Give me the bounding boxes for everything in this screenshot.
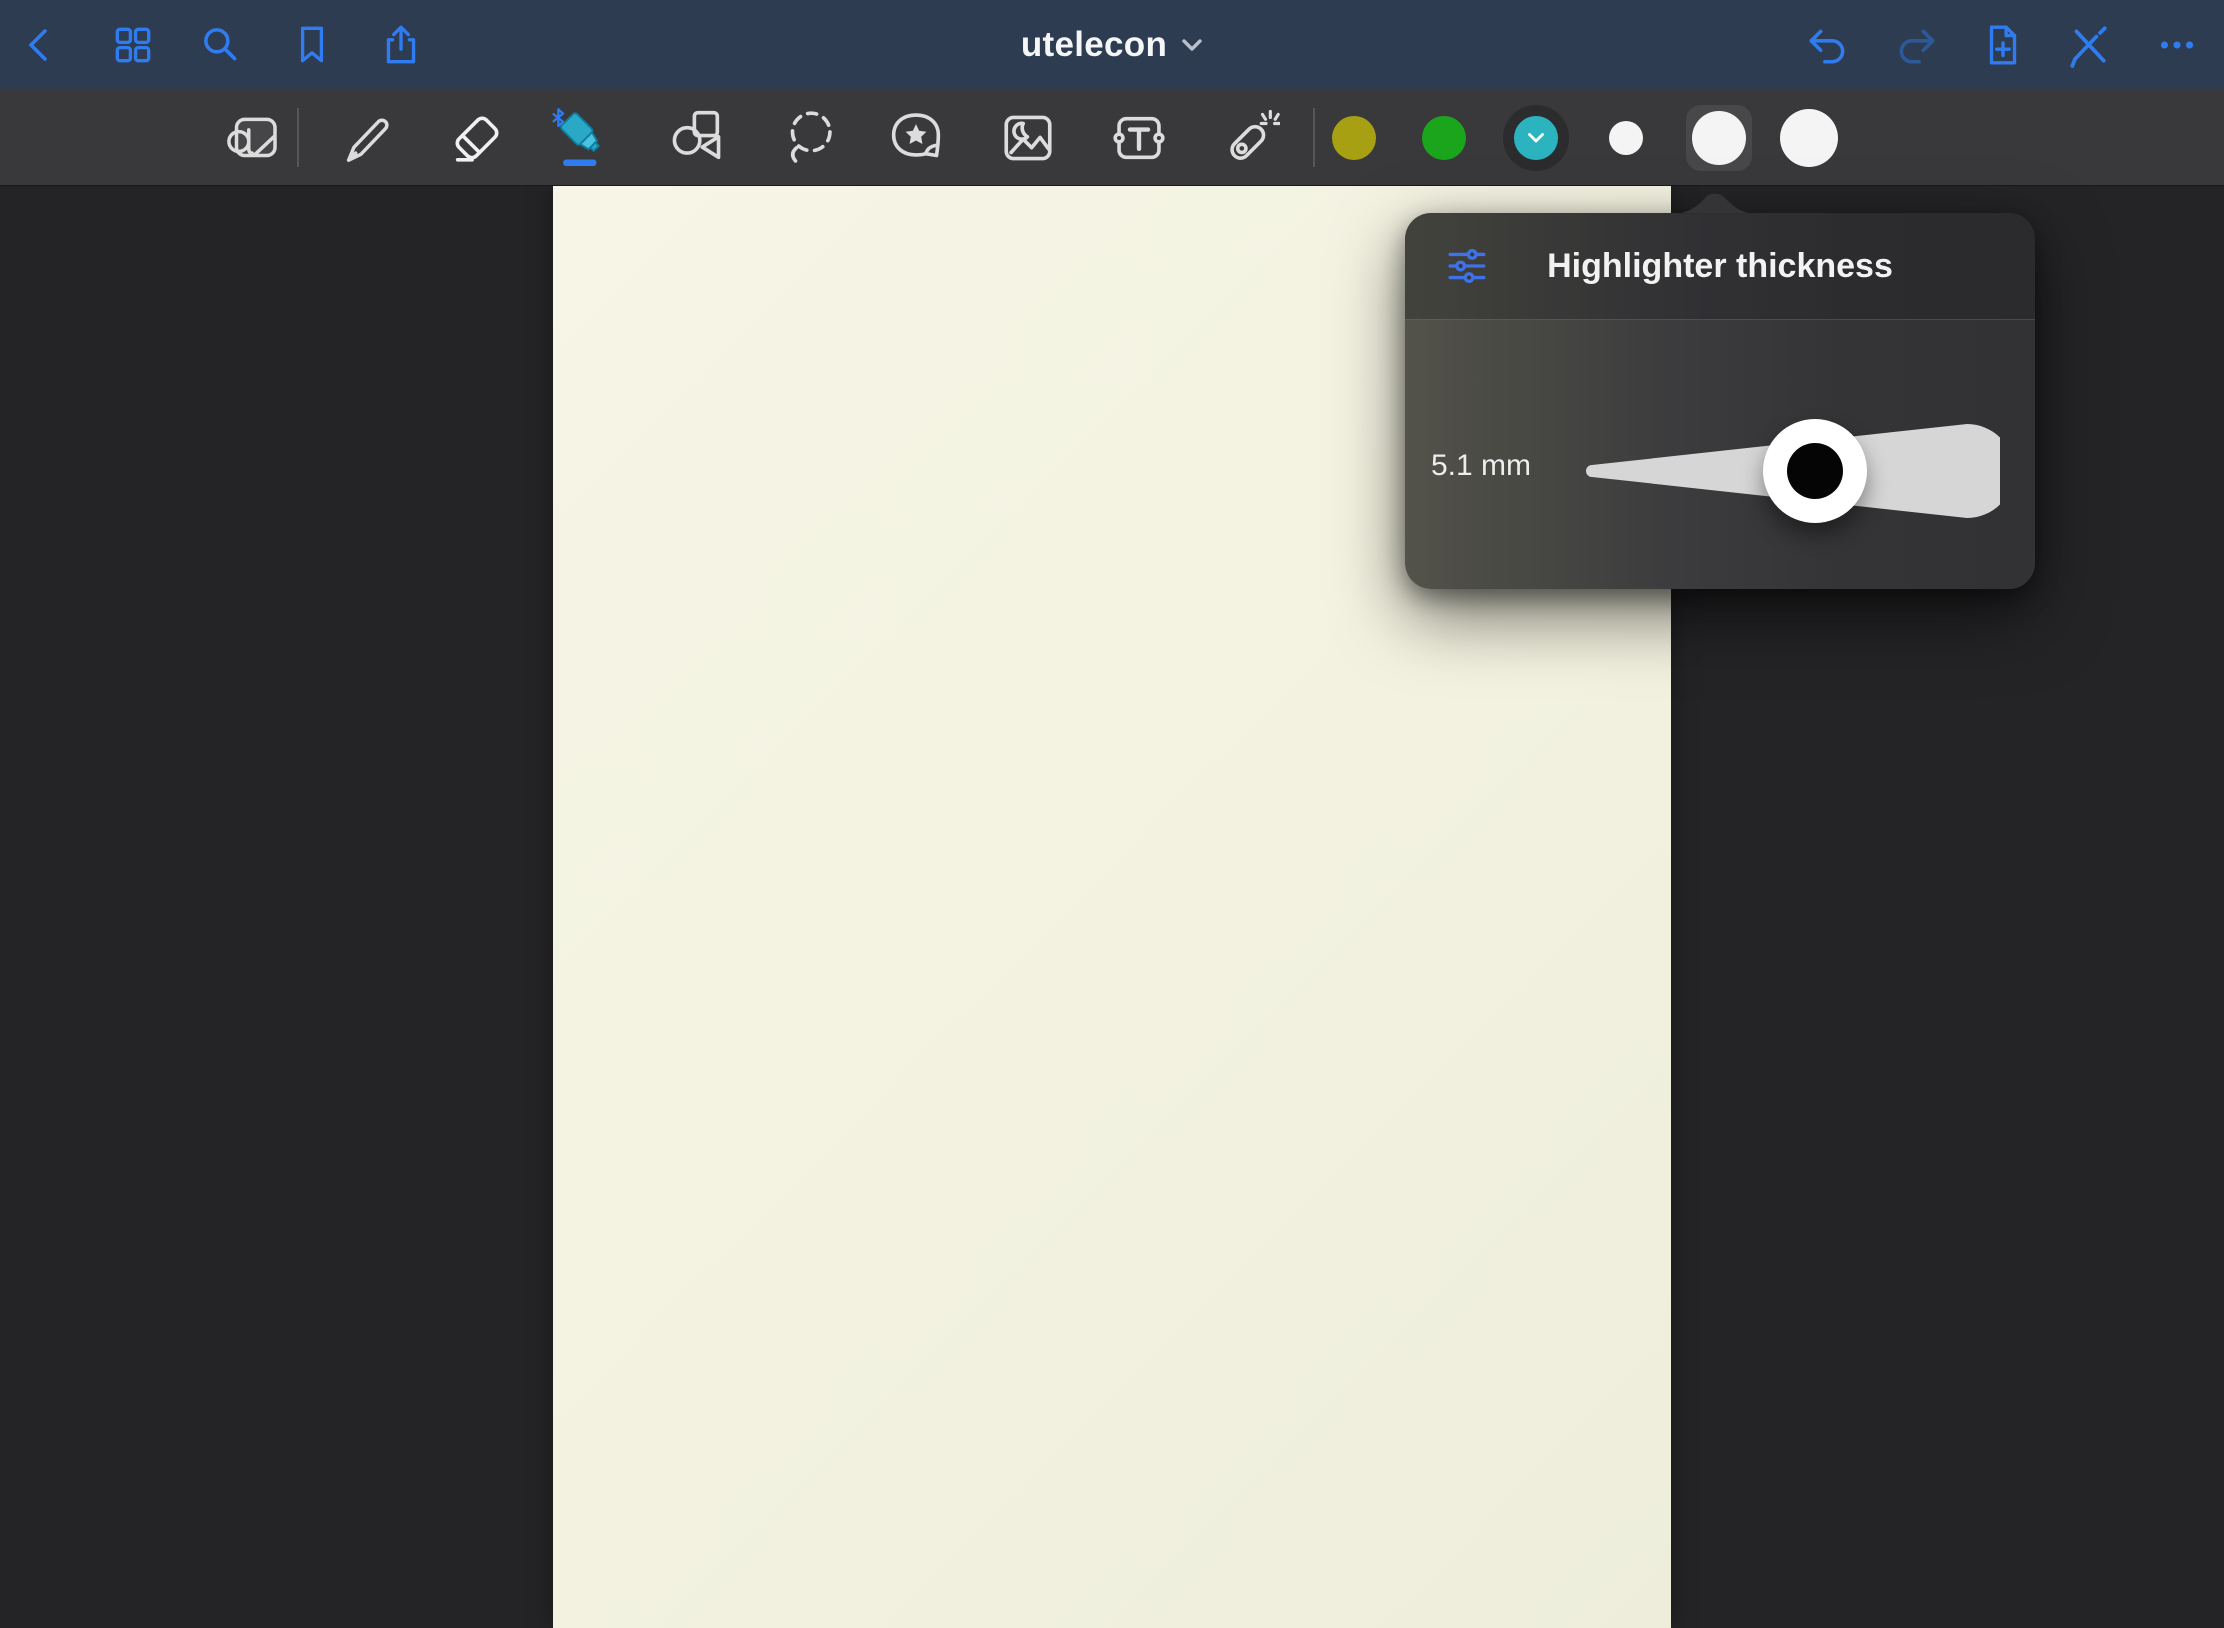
pen-mode-toggle-button[interactable] <box>2050 0 2126 90</box>
thickness-medium-dot <box>1692 111 1746 165</box>
add-page-button[interactable] <box>1965 0 2041 90</box>
thumbnails-button[interactable] <box>95 0 171 90</box>
thickness-small-dot <box>1609 121 1643 155</box>
tool-image[interactable] <box>986 90 1070 185</box>
highlighter-icon <box>551 107 611 169</box>
more-options-button[interactable] <box>2139 0 2215 90</box>
tool-bar <box>0 90 2224 186</box>
green-color-swatch <box>1422 116 1466 160</box>
search-button[interactable] <box>182 0 258 90</box>
tool-shapes[interactable] <box>656 90 740 185</box>
lasso-icon <box>781 109 839 167</box>
share-button[interactable] <box>363 0 439 90</box>
thickness-preset-small[interactable] <box>1584 90 1668 185</box>
eraser-icon <box>448 109 506 167</box>
thumbnails-grid-icon <box>110 22 156 68</box>
shapes-icon <box>669 109 727 167</box>
tool-laser-pointer[interactable] <box>1209 90 1293 185</box>
sticker-icon <box>887 109 945 167</box>
swatch-chevron-down-icon <box>1527 132 1545 144</box>
selected-color-ring <box>1503 105 1569 171</box>
popover-body: 5.1 mm <box>1405 319 2035 589</box>
redo-button[interactable] <box>1878 0 1954 90</box>
color-swatch-olive[interactable] <box>1312 90 1396 185</box>
back-icon <box>18 23 62 67</box>
popover-title: Highlighter thickness <box>1405 247 2035 286</box>
color-swatch-teal-selected[interactable] <box>1494 90 1578 185</box>
share-icon <box>378 22 424 68</box>
add-page-icon <box>1980 22 2026 68</box>
teal-color-swatch <box>1514 116 1558 160</box>
highlighter-thickness-popover: Highlighter thickness 5.1 mm <box>1405 213 2035 589</box>
search-icon <box>197 22 243 68</box>
goodnotes-window: utelecon <box>0 0 2224 1628</box>
top-navigation-bar: utelecon <box>0 0 2224 90</box>
thickness-slider-thumb[interactable] <box>1763 419 1867 523</box>
zoom-window-icon <box>226 110 282 166</box>
tool-text[interactable] <box>1097 90 1181 185</box>
popover-arrow <box>1670 191 1760 214</box>
color-swatch-green[interactable] <box>1402 90 1486 185</box>
bookmark-button[interactable] <box>274 0 350 90</box>
undo-button[interactable] <box>1790 0 1866 90</box>
pen-icon <box>337 110 393 166</box>
tool-zoom-window[interactable] <box>212 90 296 185</box>
popover-header: Highlighter thickness <box>1405 213 2035 320</box>
image-icon <box>999 109 1057 167</box>
selected-thickness-highlight <box>1686 105 1752 171</box>
toolbar-divider <box>297 108 299 167</box>
bookmark-icon <box>289 22 335 68</box>
thickness-value-label: 5.1 mm <box>1431 449 1581 483</box>
title-chevron-down-icon[interactable] <box>1181 38 1203 52</box>
thickness-slider-thumb-dot <box>1787 443 1843 499</box>
document-title[interactable]: utelecon <box>1021 25 1167 65</box>
text-icon <box>1110 109 1168 167</box>
more-ellipsis-icon <box>2154 22 2200 68</box>
pen-cross-icon <box>2065 22 2111 68</box>
tool-pen[interactable] <box>323 90 407 185</box>
back-button[interactable] <box>2 0 78 90</box>
thickness-large-dot <box>1780 109 1838 167</box>
thickness-preset-large[interactable] <box>1767 90 1851 185</box>
bluetooth-badge-icon <box>554 109 564 126</box>
tool-eraser[interactable] <box>435 90 519 185</box>
tool-sticker[interactable] <box>874 90 958 185</box>
sliders-icon <box>1447 246 1489 286</box>
redo-icon <box>1893 22 1939 68</box>
tool-lasso[interactable] <box>768 90 852 185</box>
olive-color-swatch <box>1332 116 1376 160</box>
laser-pointer-icon <box>1222 109 1280 167</box>
thickness-preset-medium-selected[interactable] <box>1677 90 1761 185</box>
tool-highlighter[interactable] <box>539 90 623 185</box>
undo-icon <box>1805 22 1851 68</box>
